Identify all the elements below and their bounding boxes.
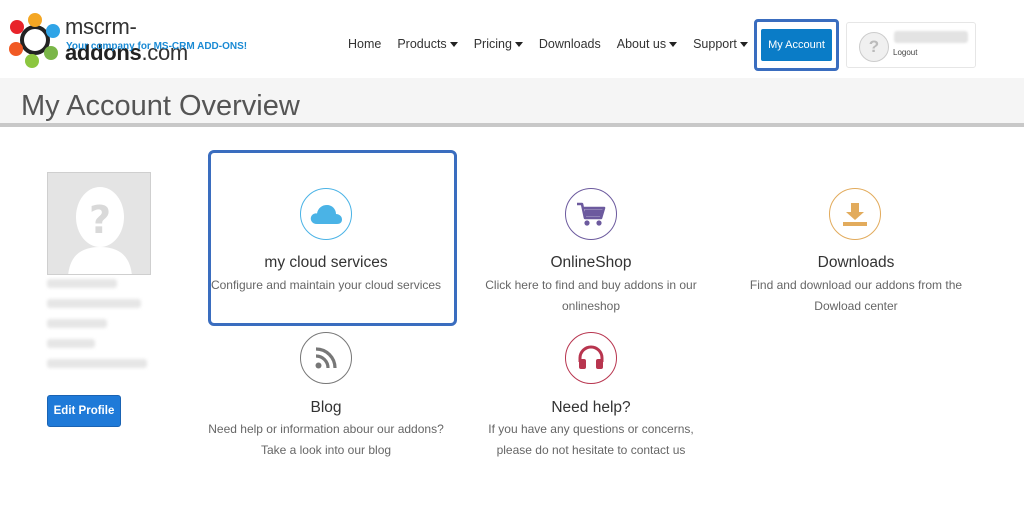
profile-picture: ?	[47, 172, 151, 275]
header: mscrm-addons.com Your company for MS-CRM…	[0, 0, 1024, 78]
profile-details-redacted	[47, 279, 151, 379]
nav-item-products[interactable]: Products	[397, 37, 458, 51]
main-nav: Home Products Pricing Downloads About us Supp…	[348, 37, 764, 51]
nav-item-label: Downloads	[538, 37, 601, 51]
tile-blog-desc: Need help or information abour our addon…	[208, 422, 444, 457]
tile-blog-title: Blog	[310, 399, 342, 416]
default-avatar-icon: ?	[48, 173, 150, 274]
title-band: My Account Overview	[0, 78, 1024, 123]
nav-item-downloads[interactable]: Downloads	[539, 37, 601, 51]
cloud-services-highlight	[208, 150, 457, 326]
page-title: My Account Overview	[21, 90, 300, 122]
logout-link[interactable]: Logout	[893, 48, 917, 57]
headphones-icon	[565, 332, 617, 384]
logo-mark-icon	[9, 13, 60, 68]
nav-item-label: Support	[693, 37, 737, 51]
rss-icon	[300, 332, 352, 384]
nav-item-label: About us	[616, 37, 667, 51]
tile-help-title: Need help?	[551, 399, 631, 416]
brand-name: mscrm-addons.com	[65, 14, 188, 65]
nav-item-support[interactable]: Support	[693, 37, 748, 51]
tile-shop-title: OnlineShop	[550, 254, 632, 271]
site-logo[interactable]: mscrm-addons.com Your company for MS-CRM…	[8, 12, 248, 68]
nav-item-about-us[interactable]: About us	[616, 37, 678, 51]
nav-item-label: Home	[348, 37, 382, 51]
user-menu[interactable]: ? Logout	[846, 22, 976, 68]
title-divider	[0, 123, 1024, 127]
nav-item-pricing[interactable]: Pricing	[474, 37, 523, 51]
caret-down-icon	[739, 41, 748, 47]
tile-help-desc: If you have any questions or concerns, p…	[488, 422, 694, 457]
tile-downloads-title: Downloads	[817, 254, 895, 271]
my-account-button[interactable]: My Account	[761, 29, 832, 61]
tile-shop-desc: Click here to find and buy addons in our…	[485, 278, 697, 313]
shopping-cart-icon	[565, 188, 617, 240]
nav-item-label: Pricing	[473, 37, 512, 51]
nav-item-label: Products	[397, 37, 447, 51]
tile-downloads-desc: Find and download our addons from the Do…	[749, 278, 963, 313]
brand-tagline: Your company for MS-CRM ADD-ONS!	[66, 41, 248, 52]
edit-profile-button[interactable]: Edit Profile	[47, 395, 121, 427]
user-avatar: ?	[859, 32, 889, 62]
caret-down-icon	[514, 41, 523, 47]
nav-item-home[interactable]: Home	[348, 37, 381, 51]
caret-down-icon	[669, 41, 678, 47]
download-icon	[829, 188, 881, 240]
svg-text:?: ?	[89, 198, 111, 242]
my-account-highlight: My Account	[754, 19, 839, 71]
caret-down-icon	[449, 41, 458, 47]
user-name-redacted	[894, 31, 968, 43]
